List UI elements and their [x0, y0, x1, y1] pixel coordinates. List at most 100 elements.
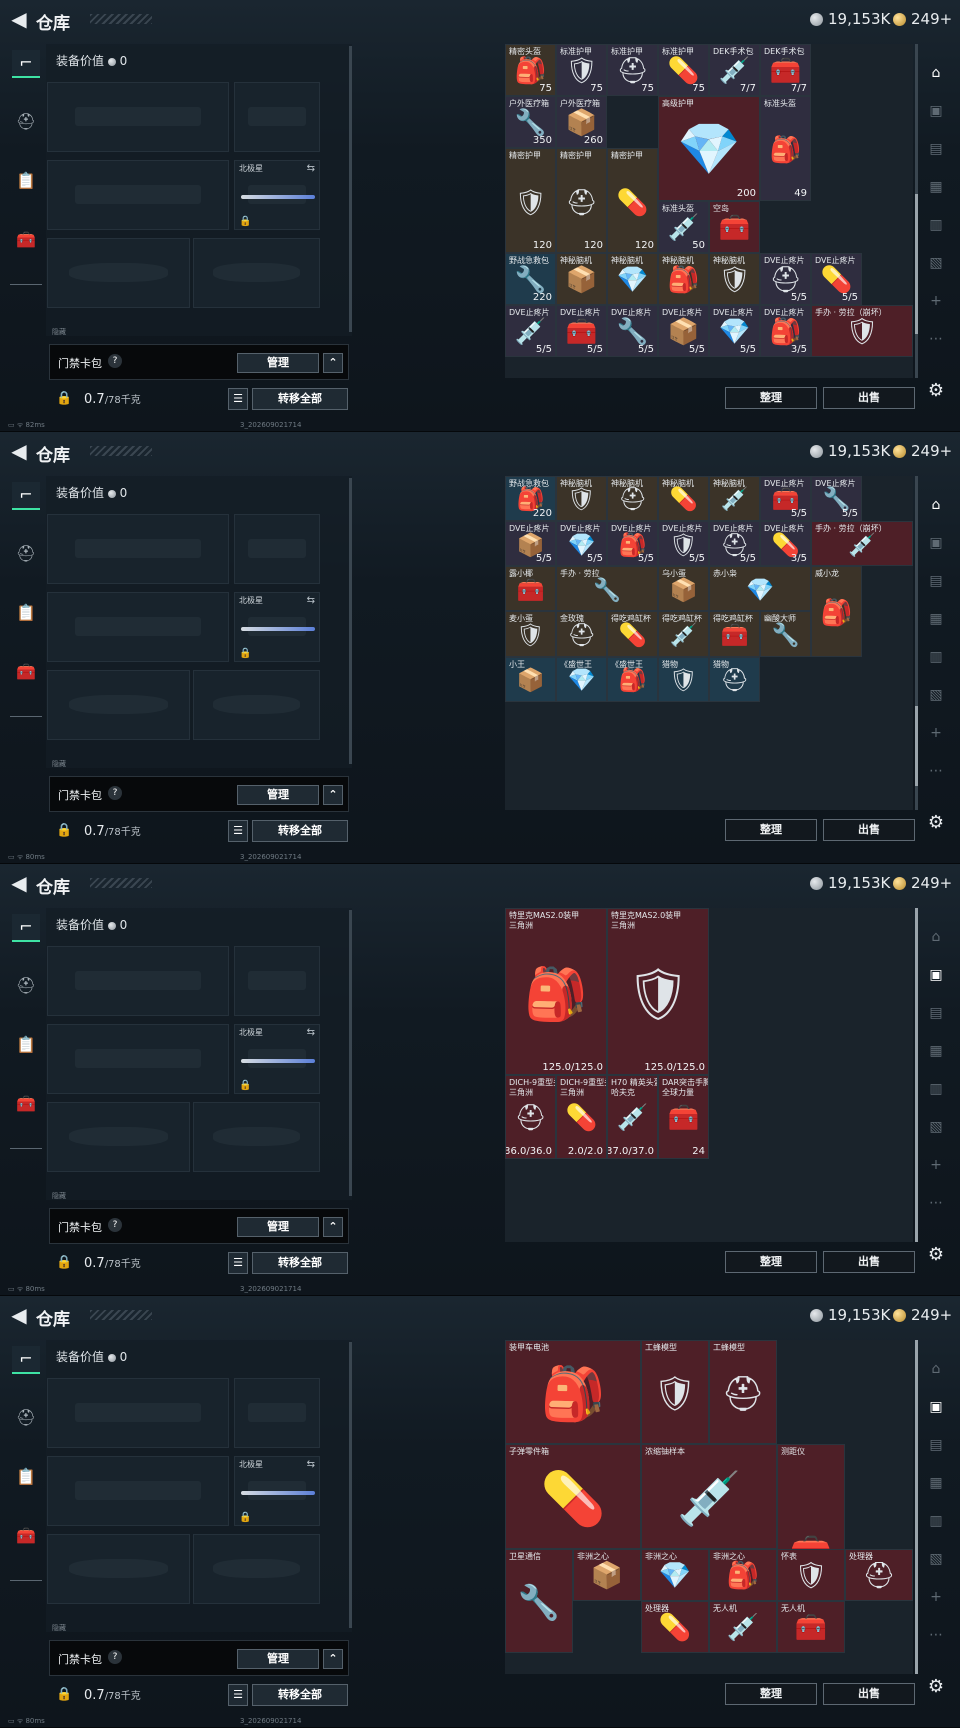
- storage-tab-5-icon[interactable]: ▥: [924, 1510, 948, 1532]
- secondary-weapon-slot[interactable]: [47, 1456, 229, 1526]
- storage-tab-7-icon[interactable]: +: [924, 290, 948, 312]
- nav-helmet-icon[interactable]: ⛑: [12, 1405, 40, 1431]
- storage-item[interactable]: 无人机 💉: [709, 1600, 777, 1654]
- storage-item[interactable]: 浓缩铀样本 💉: [641, 1444, 777, 1549]
- storage-tab-4-icon[interactable]: ▦: [924, 1472, 948, 1494]
- list-view-icon[interactable]: ☰: [228, 820, 248, 842]
- storage-tab-1-icon[interactable]: ⌂: [924, 494, 948, 516]
- helmet-slot[interactable]: [47, 1534, 190, 1604]
- gear-icon[interactable]: ⚙: [925, 812, 947, 834]
- manage-button[interactable]: 管理: [237, 353, 319, 373]
- storage-tab-2-icon[interactable]: ▣: [924, 964, 948, 986]
- storage-item[interactable]: 处理器 ⛑: [845, 1548, 913, 1601]
- storage-tab-5-icon[interactable]: ▥: [924, 1078, 948, 1100]
- storage-item[interactable]: 乌小蛋 📦: [658, 566, 709, 612]
- helmet-slot[interactable]: [47, 238, 190, 308]
- equipment-scrollbar[interactable]: [349, 478, 352, 764]
- back-icon[interactable]: ◀: [8, 8, 30, 30]
- storage-item[interactable]: 金玫瑰 ⛑: [556, 611, 607, 657]
- list-view-icon[interactable]: ☰: [228, 1684, 248, 1706]
- storage-item[interactable]: 空岛 🧰: [709, 200, 760, 253]
- nav-helmet-icon[interactable]: ⛑: [12, 109, 40, 135]
- armor-slot[interactable]: [193, 1534, 320, 1604]
- storage-item[interactable]: 《盛世王 🎒: [607, 656, 658, 702]
- storage-tab-3-icon[interactable]: ▤: [924, 138, 948, 160]
- storage-scrollbar[interactable]: [915, 476, 918, 810]
- storage-item[interactable]: 手办 · 劳拉（崩坏） 🛡: [811, 304, 913, 358]
- storage-scrollbar[interactable]: [915, 44, 918, 378]
- nav-toolbox-icon[interactable]: 🧰: [12, 659, 40, 685]
- sell-button[interactable]: 出售: [823, 387, 915, 409]
- storage-item[interactable]: 无人机 🧰: [777, 1600, 845, 1654]
- armor-slot[interactable]: [193, 670, 320, 740]
- scrollbar-thumb[interactable]: [915, 706, 918, 786]
- storage-tab-7-icon[interactable]: +: [924, 1586, 948, 1608]
- sort-button[interactable]: 整理: [725, 1683, 817, 1705]
- storage-tab-4-icon[interactable]: ▦: [924, 608, 948, 630]
- primary-weapon-slot[interactable]: [47, 1378, 229, 1448]
- collapse-chevron-icon[interactable]: ⌃: [323, 785, 343, 805]
- storage-item[interactable]: 精密头盔 🎒 75: [505, 44, 556, 97]
- storage-item[interactable]: 幽酸大师 🔧: [760, 611, 811, 657]
- swap-icon[interactable]: ⇆: [307, 595, 315, 606]
- help-icon[interactable]: ?: [108, 786, 122, 800]
- storage-item[interactable]: DVE止疼片 ⛑ 5/5: [709, 521, 760, 567]
- armor-slot[interactable]: [193, 238, 320, 308]
- sidearm-slot[interactable]: [234, 82, 320, 152]
- storage-item[interactable]: 工蜂模型 🛡: [641, 1340, 709, 1445]
- melee-slot[interactable]: 北极星 ⇆ 🔒: [234, 1456, 320, 1526]
- help-icon[interactable]: ?: [108, 1218, 122, 1232]
- storage-item[interactable]: 神秘脑机 💊: [658, 476, 709, 522]
- storage-item[interactable]: 神秘脑机 📦: [556, 252, 607, 305]
- storage-item[interactable]: 户外医疗箱 📦 260: [556, 96, 607, 149]
- swap-icon[interactable]: ⇆: [307, 1459, 315, 1470]
- equipment-scrollbar[interactable]: [349, 1342, 352, 1628]
- storage-item[interactable]: 装甲车电池 🎒: [505, 1340, 641, 1445]
- storage-tab-2-icon[interactable]: ▣: [924, 1396, 948, 1418]
- storage-item[interactable]: DICH-9重型头盔三角洲💊2.0/2.0: [556, 1075, 607, 1159]
- storage-tab-4-icon[interactable]: ▦: [924, 176, 948, 198]
- help-icon[interactable]: ?: [108, 354, 122, 368]
- storage-item[interactable]: DVE止疼片 🧰 5/5: [556, 304, 607, 358]
- nav-clipboard-icon[interactable]: 📋: [12, 1464, 40, 1490]
- storage-item[interactable]: 小王 📦: [505, 656, 556, 702]
- storage-item[interactable]: 卫星通信 🔧: [505, 1548, 573, 1654]
- nav-helmet-icon[interactable]: ⛑: [12, 541, 40, 567]
- storage-item[interactable]: 精密护甲 🛡 120: [505, 148, 556, 253]
- storage-item[interactable]: DVE止疼片 🔧 5/5: [607, 304, 658, 358]
- storage-item[interactable]: 神秘脑机 🛡: [556, 476, 607, 522]
- nav-pistol-icon[interactable]: ⌐: [12, 914, 40, 942]
- back-icon[interactable]: ◀: [8, 440, 30, 462]
- back-icon[interactable]: ◀: [8, 1304, 30, 1326]
- nav-toolbox-icon[interactable]: 🧰: [12, 1091, 40, 1117]
- nav-clipboard-icon[interactable]: 📋: [12, 1032, 40, 1058]
- collapse-chevron-icon[interactable]: ⌃: [323, 1217, 343, 1237]
- primary-weapon-slot[interactable]: [47, 82, 229, 152]
- storage-item[interactable]: DEK手术包 🧰 7/7: [760, 44, 811, 97]
- swap-icon[interactable]: ⇆: [307, 163, 315, 174]
- storage-item[interactable]: 神秘脑机 🎒: [658, 252, 709, 305]
- primary-weapon-slot[interactable]: [47, 514, 229, 584]
- nav-toolbox-icon[interactable]: 🧰: [12, 227, 40, 253]
- storage-item[interactable]: 神秘脑机 ⛑: [607, 476, 658, 522]
- manage-button[interactable]: 管理: [237, 785, 319, 805]
- storage-tab-6-icon[interactable]: ▧: [924, 684, 948, 706]
- storage-tab-1-icon[interactable]: ⌂: [924, 1358, 948, 1380]
- gold-currency[interactable]: 249+: [893, 874, 952, 892]
- storage-item[interactable]: DAR突击手胸挂全球力量🧰24: [658, 1075, 709, 1159]
- storage-item[interactable]: 猎物 🛡: [658, 656, 709, 702]
- gear-icon[interactable]: ⚙: [925, 1676, 947, 1698]
- storage-item[interactable]: DVE止疼片 📦 5/5: [505, 521, 556, 567]
- manage-button[interactable]: 管理: [237, 1649, 319, 1669]
- storage-item[interactable]: 威小龙 🎒: [811, 566, 862, 657]
- storage-item[interactable]: DVE止疼片 💊 5/5: [811, 252, 862, 305]
- storage-item[interactable]: 子弹零件箱 💊: [505, 1444, 641, 1549]
- transfer-all-button[interactable]: 转移全部: [252, 820, 348, 842]
- secondary-weapon-slot[interactable]: [47, 160, 229, 230]
- storage-item[interactable]: 手办 · 劳拉（崩坏） 💉: [811, 521, 913, 567]
- storage-item[interactable]: DVE止疼片 💎 5/5: [556, 521, 607, 567]
- storage-tab-6-icon[interactable]: ▧: [924, 1116, 948, 1138]
- storage-item[interactable]: 神秘脑机 🛡: [709, 252, 760, 305]
- helmet-slot[interactable]: [47, 670, 190, 740]
- storage-item[interactable]: DVE止疼片 💉 5/5: [505, 304, 556, 358]
